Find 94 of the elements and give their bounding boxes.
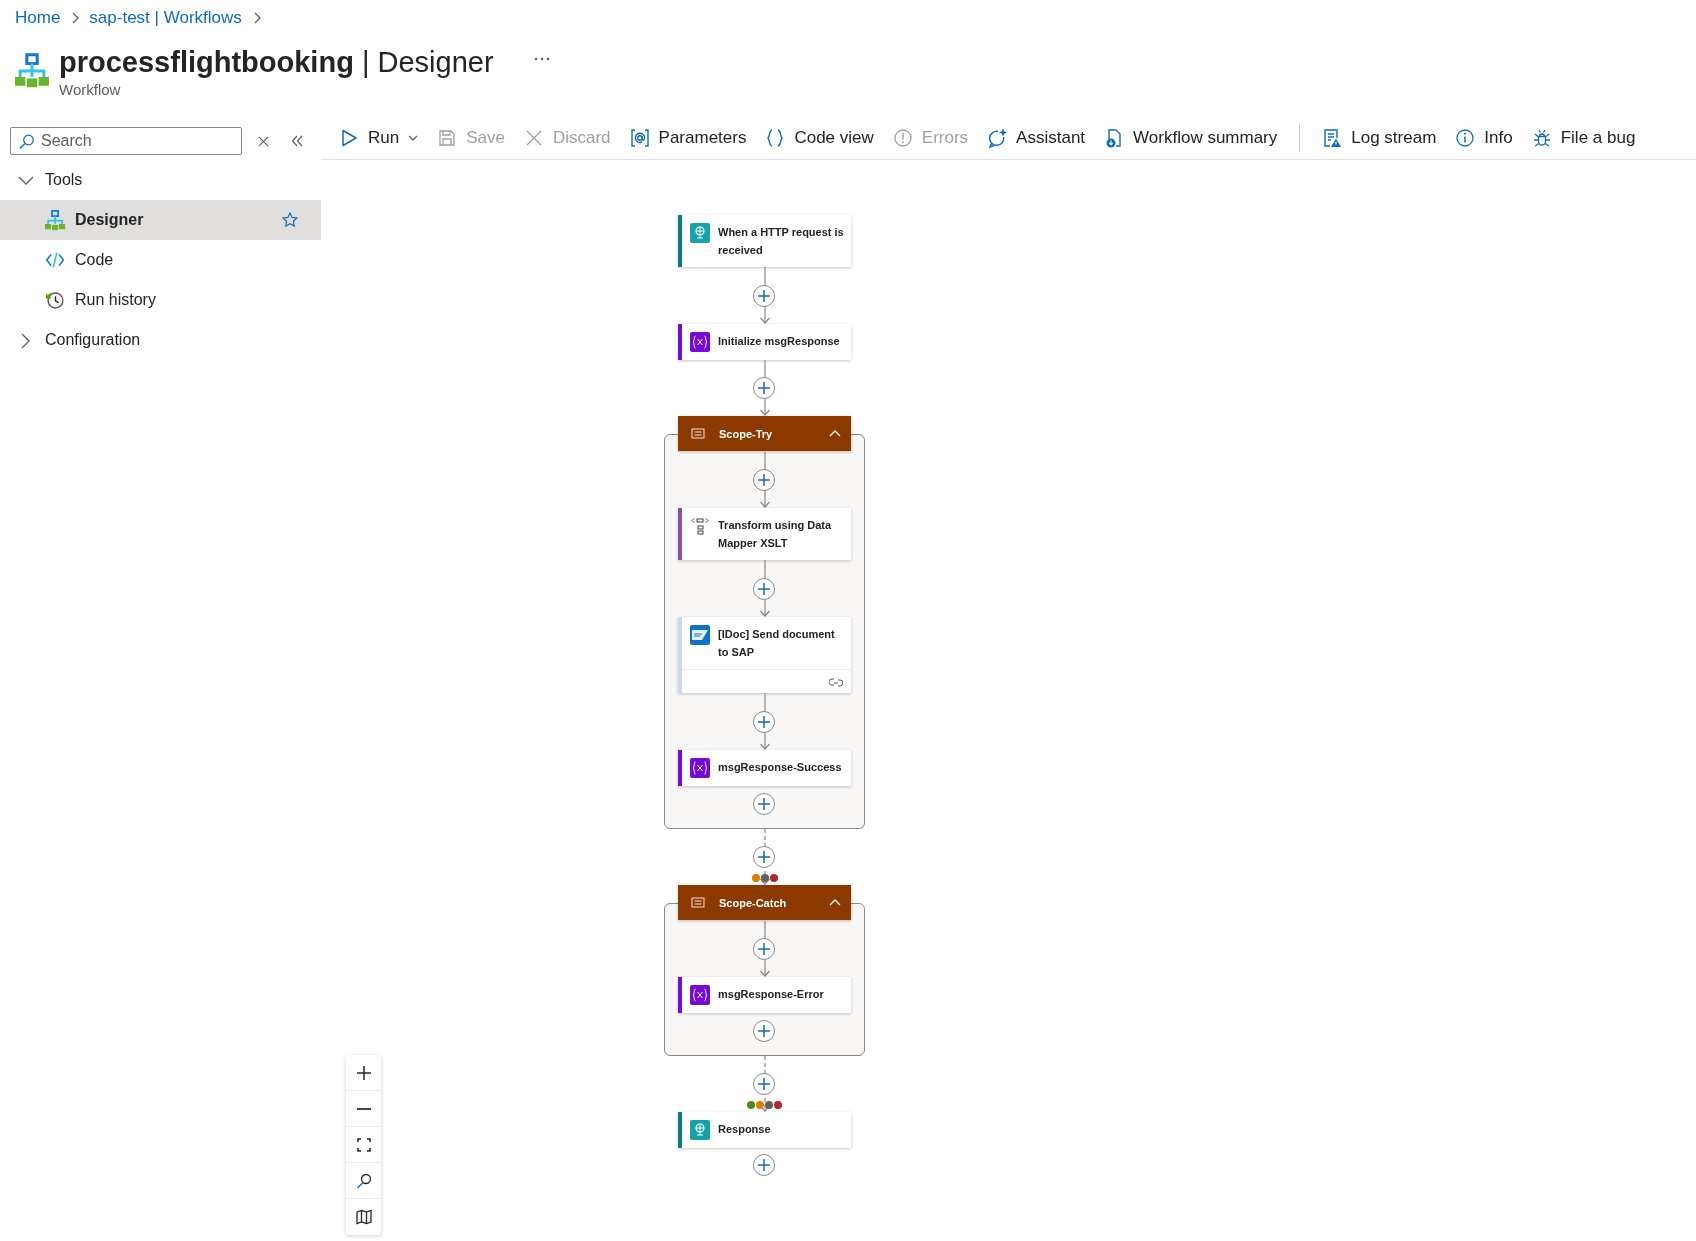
action-card[interactable]: When a HTTP request is received — [678, 215, 851, 267]
plus-icon — [757, 850, 771, 864]
action-title: When a HTTP request is received — [718, 225, 845, 258]
more-icon[interactable] — [533, 57, 550, 61]
variable-icon — [690, 332, 710, 352]
action-card[interactable]: msgResponse-Success — [678, 750, 851, 786]
toolbar-button[interactable]: Parameters — [627, 124, 749, 152]
plus-icon — [757, 714, 771, 729]
plus-icon — [757, 1158, 771, 1172]
toolbar-button[interactable]: Workflow summary — [1102, 124, 1280, 152]
plus-icon — [757, 1077, 771, 1091]
page-title: processflightbooking | Designer — [59, 45, 494, 79]
scope-title: Scope-Try — [719, 426, 774, 442]
search-field[interactable]: Search — [10, 127, 242, 155]
tree-group-label: Configuration — [45, 331, 141, 349]
add-step-button[interactable] — [753, 469, 775, 491]
plus-icon — [757, 581, 771, 596]
map-icon — [355, 1209, 372, 1225]
nav-item[interactable]: Code — [0, 240, 321, 280]
chevron-up-icon[interactable] — [829, 899, 841, 906]
star-icon[interactable] — [282, 212, 298, 228]
globe-icon — [690, 1120, 710, 1140]
variable-icon — [690, 985, 710, 1005]
chevron-up-icon[interactable] — [829, 430, 841, 437]
collapse-icon[interactable] — [291, 135, 303, 147]
plus-icon — [757, 942, 771, 956]
action-title: msgResponse-Error — [718, 987, 824, 1002]
action-title: msgResponse-Success — [718, 760, 842, 775]
save-icon — [437, 128, 458, 148]
scope-icon — [691, 897, 705, 908]
parameters-icon — [629, 128, 650, 148]
scope-header[interactable]: Scope-Try — [678, 416, 851, 451]
toolbar-button[interactable]: Info — [1453, 124, 1515, 152]
workflow-icon — [45, 209, 66, 231]
action-card[interactable]: msgResponse-Error — [678, 977, 851, 1013]
plus-icon — [757, 1024, 771, 1038]
chat-sparkle-icon — [987, 128, 1008, 148]
info-icon — [1455, 128, 1476, 148]
toolbar-button[interactable]: Run — [337, 124, 421, 152]
variable-icon — [690, 758, 710, 778]
mapper-icon — [690, 516, 710, 536]
chevron-right-icon — [70, 12, 80, 24]
scope-title: Scope-Catch — [719, 895, 788, 911]
action-card[interactable]: Transform using Data Mapper XSLT — [678, 508, 851, 560]
plus-icon — [757, 381, 771, 395]
workflow-icon — [15, 53, 49, 89]
clear-icon[interactable] — [258, 135, 269, 147]
plus-icon — [757, 797, 771, 811]
plus-icon — [757, 473, 771, 487]
clock-icon — [45, 289, 66, 311]
add-step-button[interactable] — [753, 710, 775, 733]
add-step-button[interactable] — [753, 938, 775, 960]
add-step-button[interactable] — [753, 1073, 775, 1095]
tree-group[interactable]: Configuration — [0, 320, 321, 360]
action-title: Transform using Data Mapper XSLT — [718, 518, 833, 551]
toolbar-button[interactable]: File a bug — [1529, 124, 1638, 152]
page-subtitle: Workflow — [59, 81, 122, 98]
add-step-button[interactable] — [753, 846, 775, 868]
sap-icon — [690, 625, 710, 645]
breadcrumb-link[interactable]: sap-test | Workflows — [89, 8, 242, 28]
add-step-button[interactable] — [753, 284, 775, 307]
add-step-button[interactable] — [753, 1020, 775, 1042]
tree-group-label: Tools — [45, 171, 83, 189]
zoom-out-icon — [356, 1107, 371, 1110]
nav-item[interactable]: Designer — [0, 200, 321, 240]
plus-icon — [757, 288, 771, 303]
scope-header[interactable]: Scope-Catch — [678, 885, 851, 920]
action-card[interactable]: Response — [678, 1112, 851, 1148]
search-icon — [19, 134, 34, 149]
play-icon — [339, 128, 359, 148]
add-step-button[interactable] — [753, 1154, 775, 1176]
tree-group[interactable]: Tools — [0, 160, 321, 200]
document-warning-icon — [1322, 128, 1343, 148]
globe-icon — [690, 223, 710, 243]
add-step-button[interactable] — [753, 793, 775, 815]
zoom-in-icon — [355, 1064, 372, 1081]
toolbar-button[interactable]: Assistant — [985, 124, 1088, 152]
action-card[interactable]: [IDoc] Send document to SAP — [678, 617, 851, 693]
scope-icon — [691, 428, 705, 439]
warning-circle-icon — [892, 128, 913, 148]
bug-icon — [1531, 128, 1552, 148]
action-title: Initialize msgResponse — [718, 334, 840, 349]
toolbar-button[interactable]: Code view — [763, 124, 876, 152]
add-step-button[interactable] — [753, 377, 775, 399]
link-icon — [829, 675, 843, 688]
search-icon — [355, 1172, 372, 1189]
action-title: Response — [718, 1122, 771, 1137]
breadcrumb-link[interactable]: Home — [15, 8, 61, 28]
nav-item[interactable]: Run history — [0, 280, 321, 320]
action-title: [IDoc] Send document to SAP — [718, 627, 836, 660]
action-card[interactable]: Initialize msgResponse — [678, 324, 851, 360]
add-step-button[interactable] — [753, 577, 775, 600]
toolbar-button[interactable]: Log stream — [1320, 124, 1439, 152]
fit-view-icon — [355, 1136, 372, 1153]
